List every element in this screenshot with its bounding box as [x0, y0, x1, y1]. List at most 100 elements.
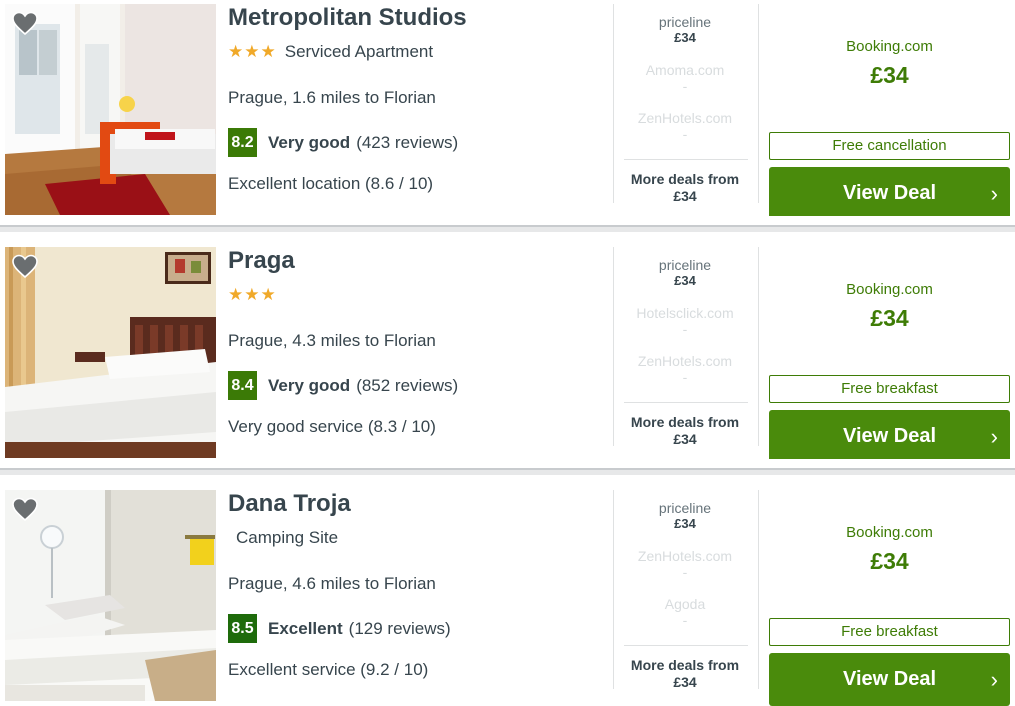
other-deals: priceline £34 Amoma.com - ZenHotels.com …	[622, 4, 748, 215]
rating-word: Very good	[268, 132, 351, 152]
deal-price: -	[682, 564, 688, 580]
more-deals-label: More deals from	[630, 171, 740, 187]
hotel-photo[interactable]	[5, 490, 216, 701]
view-deal-button[interactable]: View Deal ›	[769, 410, 1010, 463]
deal-provider: Agoda	[664, 596, 706, 612]
hotel-card: Praga ★★★ Prague, 4.3 miles to Florian 8…	[0, 233, 1015, 463]
deal-price: -	[682, 78, 688, 94]
deal-item[interactable]: ZenHotels.com -	[622, 353, 748, 385]
more-deals-price: £34	[673, 431, 697, 447]
deal-price: £34	[674, 30, 696, 45]
chevron-right-icon: ›	[990, 181, 998, 206]
review-count: (129 reviews)	[348, 618, 451, 638]
rating-score-badge: 8.4	[228, 371, 257, 400]
more-deals-label: More deals from	[630, 657, 740, 673]
more-deals-price: £34	[673, 188, 697, 204]
deal-provider: priceline	[658, 500, 712, 516]
perk-badge: Free breakfast	[769, 618, 1010, 646]
divider	[758, 247, 759, 446]
review-count: (423 reviews)	[356, 132, 459, 152]
hotel-info: Metropolitan Studios ★★★ Serviced Apartme…	[228, 4, 608, 215]
divider	[624, 645, 748, 646]
main-price[interactable]: £34	[769, 548, 1010, 575]
star-rating: ★★★	[228, 42, 277, 61]
main-deal: Booking.com £34 Free cancellation View D…	[769, 4, 1010, 220]
divider	[758, 4, 759, 203]
deal-item[interactable]: priceline £34	[622, 257, 748, 289]
review-highlight: Excellent service (9.2 / 10)	[228, 660, 429, 679]
review-highlight: Very good service (8.3 / 10)	[228, 417, 436, 436]
hotel-subline: ★★★	[228, 285, 285, 305]
rating-row[interactable]: 8.4 Very good (852 reviews)	[228, 371, 458, 400]
deal-item[interactable]: Amoma.com -	[622, 62, 748, 94]
view-deal-label: View Deal	[842, 182, 937, 204]
more-deals-link[interactable]: More deals from £34	[622, 657, 748, 691]
main-provider[interactable]: Booking.com	[769, 281, 1010, 298]
main-provider[interactable]: Booking.com	[769, 38, 1010, 55]
hotel-name[interactable]: Metropolitan Studios	[228, 4, 467, 32]
deal-item[interactable]: priceline £34	[622, 14, 748, 46]
perk-badge: Free breakfast	[769, 375, 1010, 403]
main-deal: Booking.com £34 Free breakfast View Deal…	[769, 247, 1010, 463]
rating-row[interactable]: 8.2 Very good (423 reviews)	[228, 128, 458, 157]
hotel-name[interactable]: Praga	[228, 247, 295, 275]
rating-score-badge: 8.5	[228, 614, 257, 643]
favorite-heart-icon[interactable]	[11, 10, 39, 38]
hotel-subline: ★★★ Serviced Apartment	[228, 42, 433, 62]
divider	[758, 490, 759, 689]
deal-provider: Amoma.com	[645, 62, 725, 78]
deal-provider: priceline	[658, 14, 712, 30]
hotel-location: Prague, 4.3 miles to Florian	[228, 331, 436, 350]
card-separator	[0, 216, 1015, 233]
other-deals: priceline £34 Hotelsclick.com - ZenHotel…	[622, 247, 748, 458]
main-price[interactable]: £34	[769, 62, 1010, 89]
view-deal-label: View Deal	[842, 668, 937, 690]
deal-price: -	[682, 369, 688, 385]
hotel-subline: Camping Site	[228, 528, 338, 548]
view-deal-button[interactable]: View Deal ›	[769, 653, 1010, 706]
rating-score-badge: 8.2	[228, 128, 257, 157]
hotel-info: Praga ★★★ Prague, 4.3 miles to Florian 8…	[228, 247, 608, 458]
deal-item[interactable]: Agoda -	[622, 596, 748, 628]
hotel-card: Metropolitan Studios ★★★ Serviced Apartme…	[0, 0, 1015, 220]
hotel-photo[interactable]	[5, 4, 216, 215]
deal-price: -	[682, 126, 688, 142]
rating-word: Excellent	[268, 618, 343, 638]
divider	[613, 247, 614, 446]
more-deals-link[interactable]: More deals from £34	[622, 414, 748, 448]
chevron-right-icon: ›	[990, 424, 998, 449]
divider	[613, 4, 614, 203]
main-deal: Booking.com £34 Free breakfast View Deal…	[769, 490, 1010, 706]
review-count: (852 reviews)	[356, 375, 459, 395]
deal-item[interactable]: priceline £34	[622, 500, 748, 532]
more-deals-label: More deals from	[630, 414, 740, 430]
divider	[624, 159, 748, 160]
view-deal-button[interactable]: View Deal ›	[769, 167, 1010, 220]
divider	[613, 490, 614, 689]
deal-item[interactable]: Hotelsclick.com -	[622, 305, 748, 337]
favorite-heart-icon[interactable]	[11, 253, 39, 281]
review-highlight: Excellent location (8.6 / 10)	[228, 174, 434, 193]
hotel-location: Prague, 4.6 miles to Florian	[228, 574, 436, 593]
more-deals-price: £34	[673, 674, 697, 690]
rating-row[interactable]: 8.5 Excellent (129 reviews)	[228, 614, 451, 643]
deal-provider: Hotelsclick.com	[636, 305, 734, 321]
deal-item[interactable]: ZenHotels.com -	[622, 110, 748, 142]
deal-price: -	[682, 321, 688, 337]
favorite-heart-icon[interactable]	[11, 496, 39, 524]
other-deals: priceline £34 ZenHotels.com - Agoda - Mo…	[622, 490, 748, 701]
perk-badge: Free cancellation	[769, 132, 1010, 160]
chevron-right-icon: ›	[990, 667, 998, 692]
hotel-photo[interactable]	[5, 247, 216, 458]
deal-provider: priceline	[658, 257, 712, 273]
main-price[interactable]: £34	[769, 305, 1010, 332]
hotel-card: Dana Troja Camping Site Prague, 4.6 mile…	[0, 476, 1015, 706]
deal-provider: ZenHotels.com	[637, 110, 733, 126]
main-provider[interactable]: Booking.com	[769, 524, 1010, 541]
deal-item[interactable]: ZenHotels.com -	[622, 548, 748, 580]
view-deal-label: View Deal	[842, 425, 937, 447]
hotel-location: Prague, 1.6 miles to Florian	[228, 88, 436, 107]
more-deals-link[interactable]: More deals from £34	[622, 171, 748, 205]
hotel-name[interactable]: Dana Troja	[228, 490, 351, 518]
deal-provider: ZenHotels.com	[637, 353, 733, 369]
